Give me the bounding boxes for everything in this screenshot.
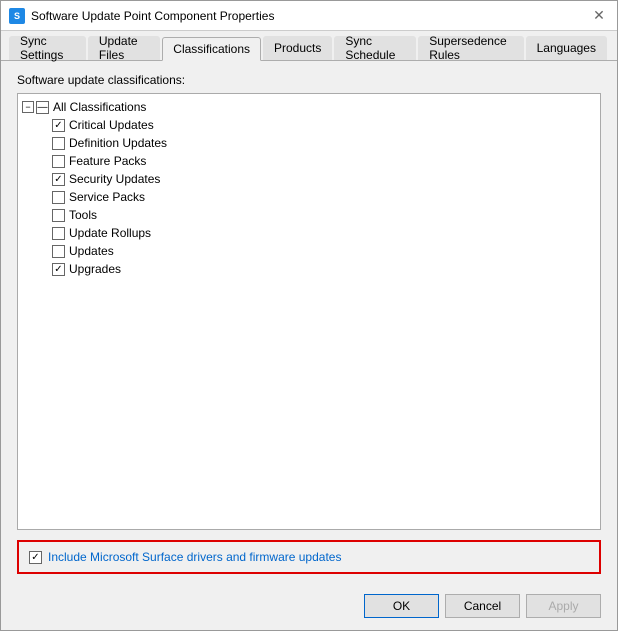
tree-root-item: − All Classifications xyxy=(22,98,596,116)
cancel-button[interactable]: Cancel xyxy=(445,594,520,618)
checkbox-update-rollups[interactable] xyxy=(52,227,65,240)
checkbox-critical-updates[interactable] xyxy=(52,119,65,132)
tree-item-upgrades: Upgrades xyxy=(38,260,596,278)
tab-supersedence-rules[interactable]: Supersedence Rules xyxy=(418,36,523,60)
classifications-tree: − All Classifications Critical Updates D… xyxy=(17,93,601,530)
surface-drivers-section: Include Microsoft Surface drivers and fi… xyxy=(17,540,601,574)
all-classifications-label: All Classifications xyxy=(53,100,146,114)
label-tools: Tools xyxy=(69,208,97,222)
checkbox-surface-drivers[interactable] xyxy=(29,551,42,564)
title-bar-left: S Software Update Point Component Proper… xyxy=(9,8,274,24)
tree-item-service-packs: Service Packs xyxy=(38,188,596,206)
checkbox-all-classifications[interactable] xyxy=(36,101,49,114)
label-updates: Updates xyxy=(69,244,114,258)
close-button[interactable]: ✕ xyxy=(589,6,609,26)
tree-item-updates: Updates xyxy=(38,242,596,260)
label-definition-updates: Definition Updates xyxy=(69,136,167,150)
tab-update-files[interactable]: Update Files xyxy=(88,36,160,60)
section-label: Software update classifications: xyxy=(17,73,601,87)
label-upgrades: Upgrades xyxy=(69,262,121,276)
surface-label-link: and firmware updates xyxy=(223,550,342,564)
dialog-window: S Software Update Point Component Proper… xyxy=(0,0,618,631)
checkbox-definition-updates[interactable] xyxy=(52,137,65,150)
tab-content: Software update classifications: − All C… xyxy=(1,61,617,586)
tree-item-critical-updates: Critical Updates xyxy=(38,116,596,134)
label-update-rollups: Update Rollups xyxy=(69,226,151,240)
label-security-updates: Security Updates xyxy=(69,172,160,186)
expand-icon[interactable]: − xyxy=(22,101,34,113)
tree-item-tools: Tools xyxy=(38,206,596,224)
label-service-packs: Service Packs xyxy=(69,190,145,204)
checkbox-feature-packs[interactable] xyxy=(52,155,65,168)
tab-products[interactable]: Products xyxy=(263,36,332,60)
dialog-title: Software Update Point Component Properti… xyxy=(31,9,274,23)
checkbox-updates[interactable] xyxy=(52,245,65,258)
apply-button[interactable]: Apply xyxy=(526,594,601,618)
checkbox-tools[interactable] xyxy=(52,209,65,222)
tabs-bar: Sync Settings Update Files Classificatio… xyxy=(1,31,617,61)
label-critical-updates: Critical Updates xyxy=(69,118,154,132)
label-feature-packs: Feature Packs xyxy=(69,154,146,168)
tab-languages[interactable]: Languages xyxy=(526,36,607,60)
app-icon: S xyxy=(9,8,25,24)
surface-label-prefix: Include Microsoft Surface drivers xyxy=(48,550,223,564)
tree-item-feature-packs: Feature Packs xyxy=(38,152,596,170)
tree-item-security-updates: Security Updates xyxy=(38,170,596,188)
tab-classifications[interactable]: Classifications xyxy=(162,37,261,61)
button-bar: OK Cancel Apply xyxy=(1,586,617,630)
tree-item-update-rollups: Update Rollups xyxy=(38,224,596,242)
checkbox-service-packs[interactable] xyxy=(52,191,65,204)
title-bar: S Software Update Point Component Proper… xyxy=(1,1,617,31)
ok-button[interactable]: OK xyxy=(364,594,439,618)
surface-label: Include Microsoft Surface drivers and fi… xyxy=(48,550,341,564)
tab-sync-settings[interactable]: Sync Settings xyxy=(9,36,86,60)
checkbox-upgrades[interactable] xyxy=(52,263,65,276)
tree-item-definition-updates: Definition Updates xyxy=(38,134,596,152)
checkbox-security-updates[interactable] xyxy=(52,173,65,186)
tab-sync-schedule[interactable]: Sync Schedule xyxy=(334,36,416,60)
